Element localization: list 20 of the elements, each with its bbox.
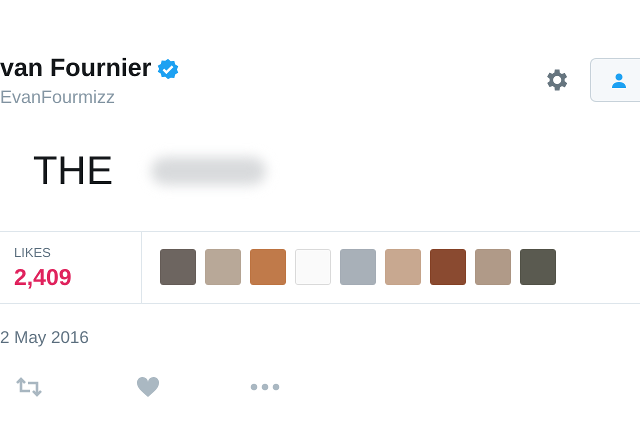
- person-icon: [611, 72, 627, 88]
- avatar-placeholder[interactable]: [430, 249, 466, 285]
- tweet-date: 2 May 2016: [0, 328, 90, 348]
- user-handle[interactable]: EvanFourmizz: [0, 87, 180, 108]
- retweet-icon: [14, 377, 44, 397]
- avatar-placeholder[interactable]: [385, 249, 421, 285]
- more-icon: [250, 383, 280, 391]
- heart-icon: [136, 376, 160, 398]
- avatar-placeholder[interactable]: [160, 249, 196, 285]
- follow-button[interactable]: [590, 58, 640, 102]
- document-thumbnail[interactable]: [295, 249, 331, 285]
- avatar-placeholder[interactable]: [520, 249, 556, 285]
- avatar-placeholder[interactable]: [205, 249, 241, 285]
- likes-label: LIKES: [14, 245, 52, 260]
- likes-count[interactable]: 2,409: [14, 264, 141, 291]
- avatar-placeholder[interactable]: [250, 249, 286, 285]
- user-name[interactable]: van Fournier: [0, 54, 152, 83]
- tweet-text: THE: [33, 148, 113, 194]
- avatar-placeholder[interactable]: [475, 249, 511, 285]
- avatar-placeholder[interactable]: [340, 249, 376, 285]
